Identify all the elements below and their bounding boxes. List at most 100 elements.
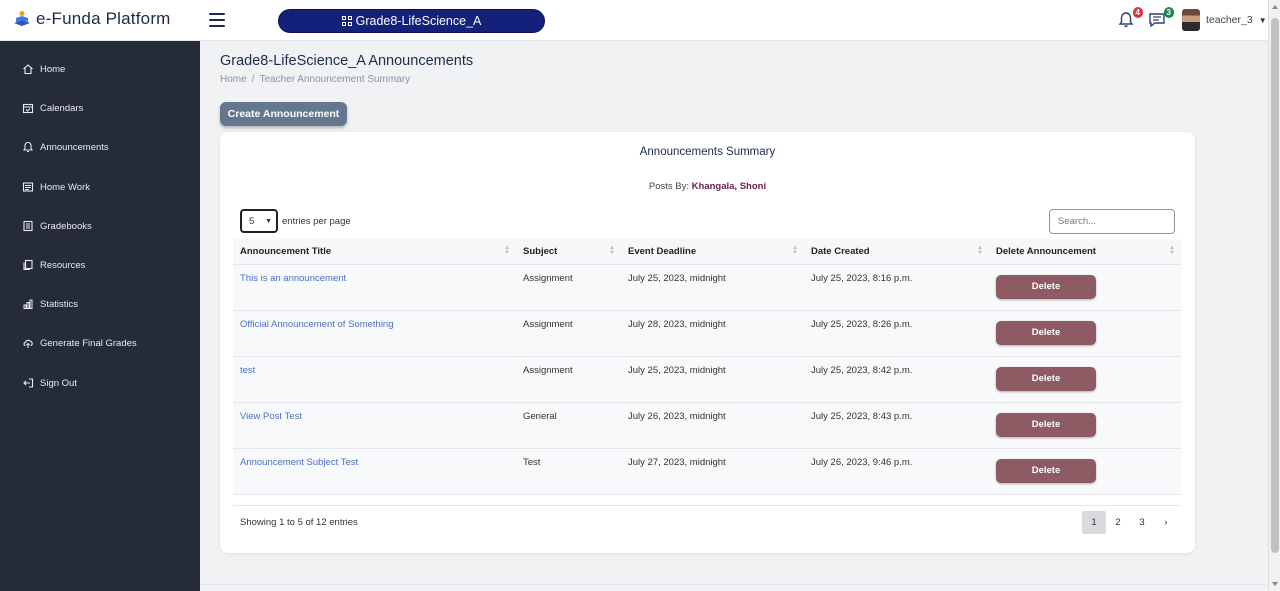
column-header-title[interactable]: Announcement Title ▲ ▼	[233, 239, 516, 265]
subject-cell: Assignment	[516, 356, 621, 403]
sidebar-item-announcements[interactable]: Announcements	[22, 141, 109, 153]
class-selector-button[interactable]: Grade8-LifeScience_A	[278, 9, 545, 33]
announcement-title-link[interactable]: This is an announcement	[240, 273, 346, 284]
deadline-cell: July 26, 2023, midnight	[621, 402, 804, 449]
copy-icon	[23, 259, 33, 271]
table-row: View Post Test General July 26, 2023, mi…	[233, 402, 1181, 449]
subject-cell: Assignment	[516, 310, 621, 357]
sidebar-item-home-work[interactable]: Home Work	[22, 181, 90, 193]
column-header-deadline[interactable]: Event Deadline ▲ ▼	[621, 239, 804, 265]
sidebar-item-label: Calendars	[40, 102, 84, 114]
brand-name: e-Funda Platform	[36, 9, 171, 28]
list-icon	[22, 182, 34, 192]
scrollbar-thumb[interactable]	[1271, 18, 1279, 553]
posts-by-label: Posts By:	[648, 181, 690, 192]
footer-divider	[200, 584, 1268, 585]
notification-count-badge: 4	[1132, 7, 1143, 18]
delete-button[interactable]: Delete	[996, 366, 1096, 391]
entries-select[interactable]: 5 ▼	[240, 209, 278, 233]
next-page-button[interactable]: ›	[1154, 511, 1178, 534]
deadline-cell: July 25, 2023, midnight	[621, 356, 804, 403]
sidebar-item-gradebooks[interactable]: Gradebooks	[22, 220, 92, 232]
bell-icon	[22, 141, 34, 152]
sidebar-item-calendars[interactable]: Calendars	[22, 102, 83, 114]
deadline-cell: July 27, 2023, midnight	[621, 448, 804, 495]
sort-icon: ▲ ▼	[1169, 245, 1175, 256]
date-created-cell: July 25, 2023, 8:16 p.m.	[804, 264, 989, 311]
page-title: Grade8-LifeScience_A Announcements	[220, 53, 474, 69]
breadcrumb-current: Teacher Announcement Summary	[259, 74, 411, 85]
delete-button[interactable]: Delete	[996, 320, 1096, 345]
delete-button[interactable]: Delete	[996, 274, 1096, 299]
card-title: Announcements Summary	[639, 146, 776, 158]
cloud-upload-icon	[23, 339, 33, 348]
user-menu[interactable]: teacher_3 ▼	[1182, 9, 1267, 31]
home-icon	[23, 64, 33, 75]
announcement-title-link[interactable]: View Post Test	[240, 411, 302, 422]
scroll-down-icon[interactable]	[1272, 582, 1278, 586]
username: teacher_3	[1206, 14, 1253, 26]
breadcrumb-separator: /	[251, 74, 255, 85]
date-created-cell: July 25, 2023, 8:42 p.m.	[804, 356, 989, 403]
announcements-summary-card: Announcements Summary Posts By: Khangala…	[220, 132, 1195, 553]
column-header-delete[interactable]: Delete Announcement ▲ ▼	[989, 239, 1181, 265]
deadline-cell: July 25, 2023, midnight	[621, 264, 804, 311]
date-created-cell: July 26, 2023, 9:46 p.m.	[804, 448, 989, 495]
breadcrumb: Home / Teacher Announcement Summary	[220, 74, 410, 85]
entries-select-value: 5	[249, 215, 255, 227]
grid-icon	[341, 16, 352, 26]
sidebar-item-generate-final-grades[interactable]: Generate Final Grades	[22, 337, 137, 349]
class-selector-label: Grade8-LifeScience_A	[355, 14, 482, 28]
sidebar-item-resources[interactable]: Resources	[22, 259, 85, 271]
page-button-2[interactable]: 2	[1106, 511, 1130, 534]
vertical-scrollbar[interactable]	[1268, 0, 1280, 591]
brand-logo-icon	[14, 11, 30, 26]
table-row: This is an announcement Assignment July …	[233, 264, 1181, 311]
messages-button[interactable]: 3	[1148, 7, 1174, 29]
announcements-table: Announcement Title ▲ ▼ Subject ▲ ▼ Event Dea…	[233, 239, 1181, 495]
chevron-down-icon: ▼	[265, 217, 272, 225]
deadline-cell: July 28, 2023, midnight	[621, 310, 804, 357]
create-announcement-button[interactable]: Create Announcement	[220, 102, 347, 126]
sidebar-item-label: Resources	[40, 259, 86, 271]
sidebar-item-sign-out[interactable]: Sign Out	[22, 377, 77, 389]
sidebar-item-home[interactable]: Home	[22, 63, 65, 75]
announcement-title-link[interactable]: Official Announcement of Something	[240, 319, 394, 330]
showing-entries-info: Showing 1 to 5 of 12 entries	[240, 517, 358, 528]
sign-out-icon	[23, 378, 34, 388]
sidebar-item-statistics[interactable]: Statistics	[22, 298, 78, 310]
brand[interactable]: e-Funda Platform	[12, 9, 171, 29]
sidebar-item-label: Statistics	[40, 298, 79, 310]
pagination: 1 2 3 ›	[1082, 511, 1178, 534]
book-icon	[23, 220, 33, 232]
message-count-badge: 3	[1163, 7, 1174, 18]
sidebar-item-label: Generate Final Grades	[40, 337, 137, 349]
column-header-subject[interactable]: Subject ▲ ▼	[516, 239, 621, 265]
hamburger-menu-icon[interactable]	[209, 13, 225, 27]
sidebar-item-label: Gradebooks	[40, 220, 92, 232]
column-header-date-created[interactable]: Date Created ▲ ▼	[804, 239, 989, 265]
sort-icon: ▲ ▼	[977, 245, 983, 256]
sort-icon: ▲ ▼	[504, 245, 510, 256]
sidebar: Home Calendars Announcements Home Work G…	[0, 41, 200, 591]
sort-icon: ▲ ▼	[792, 245, 798, 256]
sidebar-item-label: Home	[40, 63, 66, 75]
announcement-title-link[interactable]: test	[240, 365, 255, 376]
posts-by: Posts By: Khangala, Shoni	[220, 181, 1195, 192]
posts-by-name: Khangala, Shoni	[691, 181, 767, 192]
page-button-1[interactable]: 1	[1082, 511, 1106, 534]
notifications-button[interactable]: 4	[1117, 7, 1143, 29]
scroll-up-icon[interactable]	[1272, 5, 1278, 9]
breadcrumb-home-link[interactable]: Home	[220, 74, 247, 85]
table-row: test Assignment July 25, 2023, midnight …	[233, 356, 1181, 403]
page-button-3[interactable]: 3	[1130, 511, 1154, 534]
table-row: Official Announcement of Something Assig…	[233, 310, 1181, 357]
delete-button[interactable]: Delete	[996, 458, 1096, 483]
calendar-icon	[22, 103, 34, 114]
subject-cell: General	[516, 402, 621, 449]
search-input[interactable]	[1049, 209, 1175, 234]
subject-cell: Assignment	[516, 264, 621, 311]
delete-button[interactable]: Delete	[996, 412, 1096, 437]
announcement-title-link[interactable]: Announcement Subject Test	[240, 457, 358, 468]
caret-down-icon: ▼	[1258, 15, 1267, 25]
